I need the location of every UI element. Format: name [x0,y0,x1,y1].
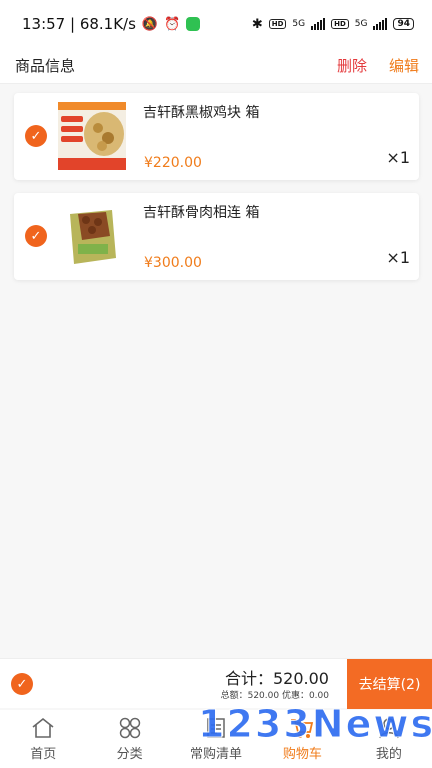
watermark-logo: 1233News [197,702,432,747]
item-quantity: ×1 [386,248,410,267]
total-amount: 合计：520.00 [225,669,329,688]
bluetooth-icon: ✱ [251,16,263,32]
wechat-icon [186,17,201,31]
edit-button[interactable]: 编辑 [389,55,419,76]
cart-item[interactable]: ✓ 吉轩酥骨肉相连 箱 ¥300.00 ×1 [14,193,419,280]
hd-badge: HD [331,19,349,29]
hd-badge: HD [268,19,287,29]
status-bar: 13:57 | 68.1K/s 🔕 ⏰ ✱ HD 5G HD 5G 94 [0,0,432,48]
cart-item[interactable]: ✓ 吉轩酥黑椒鸡块 箱 ¥220.00 ×1 [14,93,419,180]
signal-icon [373,18,388,30]
cart-header: 商品信息 删除 编辑 [0,48,432,84]
alarm-icon: ⏰ [164,16,181,32]
network-type: 5G [354,19,368,29]
item-name[interactable]: 吉轩酥黑椒鸡块 箱 [143,102,259,122]
tab-label: 首页 [30,747,57,762]
item-price: ¥220.00 [144,155,202,171]
tab-category[interactable]: 分类 [86,710,172,768]
category-icon [119,717,140,739]
item-name[interactable]: 吉轩酥骨肉相连 箱 [143,202,259,222]
battery-icon: 94 [393,18,414,30]
mute-icon: 🔕 [141,16,159,32]
status-time: 13:57 | 68.1K/s [22,15,136,33]
item-checkbox[interactable]: ✓ [25,225,47,247]
tab-label: 分类 [116,747,143,762]
product-image[interactable] [56,200,128,272]
delete-button[interactable]: 删除 [337,55,367,76]
tab-home[interactable]: 首页 [0,710,86,768]
amount-breakdown: 总额：520.00 优惠：0.00 [220,691,329,701]
item-quantity: ×1 [386,148,410,167]
product-image[interactable] [56,100,128,172]
checkout-bar: ✓ 合计：520.00 总额：520.00 优惠：0.00 去结算(2) [0,658,432,709]
item-checkbox[interactable]: ✓ [25,125,47,147]
page-title: 商品信息 [15,57,76,75]
network-type: 5G [292,19,306,29]
item-price: ¥300.00 [144,255,202,271]
select-all-checkbox[interactable]: ✓ [11,673,33,695]
home-icon [32,717,54,738]
signal-icon [311,18,326,30]
